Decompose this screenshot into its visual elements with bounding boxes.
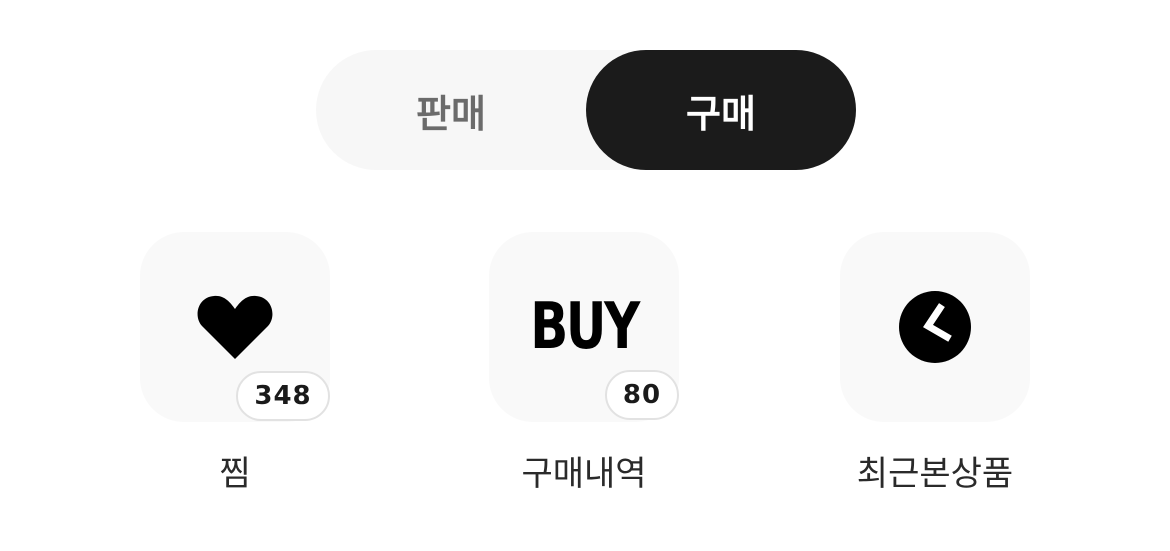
shortcut-purchase-history[interactable]: BUY 80 구매내역 xyxy=(489,232,699,502)
wishlist-count-badge: 348 xyxy=(236,371,330,421)
purchase-history-label: 구매내역 xyxy=(521,454,647,494)
recently-viewed-label: 최근본상품 xyxy=(856,454,1014,494)
tab-sell[interactable]: 판매 xyxy=(316,50,586,170)
buy-icon: BUY xyxy=(530,290,640,364)
recently-viewed-tile[interactable] xyxy=(840,232,1030,422)
heart-icon xyxy=(197,295,273,359)
wishlist-label: 찜 xyxy=(219,454,251,494)
shortcut-recently-viewed[interactable]: 최근본상품 xyxy=(840,232,1050,502)
buyer-panel: 판매 구매 348 찜 BUY 80 구매내역 최근본상품 xyxy=(0,0,1170,551)
tab-buy[interactable]: 구매 xyxy=(586,50,856,170)
purchase-count-badge: 80 xyxy=(605,370,679,420)
sell-buy-toggle: 판매 구매 xyxy=(316,50,856,170)
shortcut-wishlist[interactable]: 348 찜 xyxy=(140,232,350,502)
clock-icon xyxy=(899,291,971,363)
